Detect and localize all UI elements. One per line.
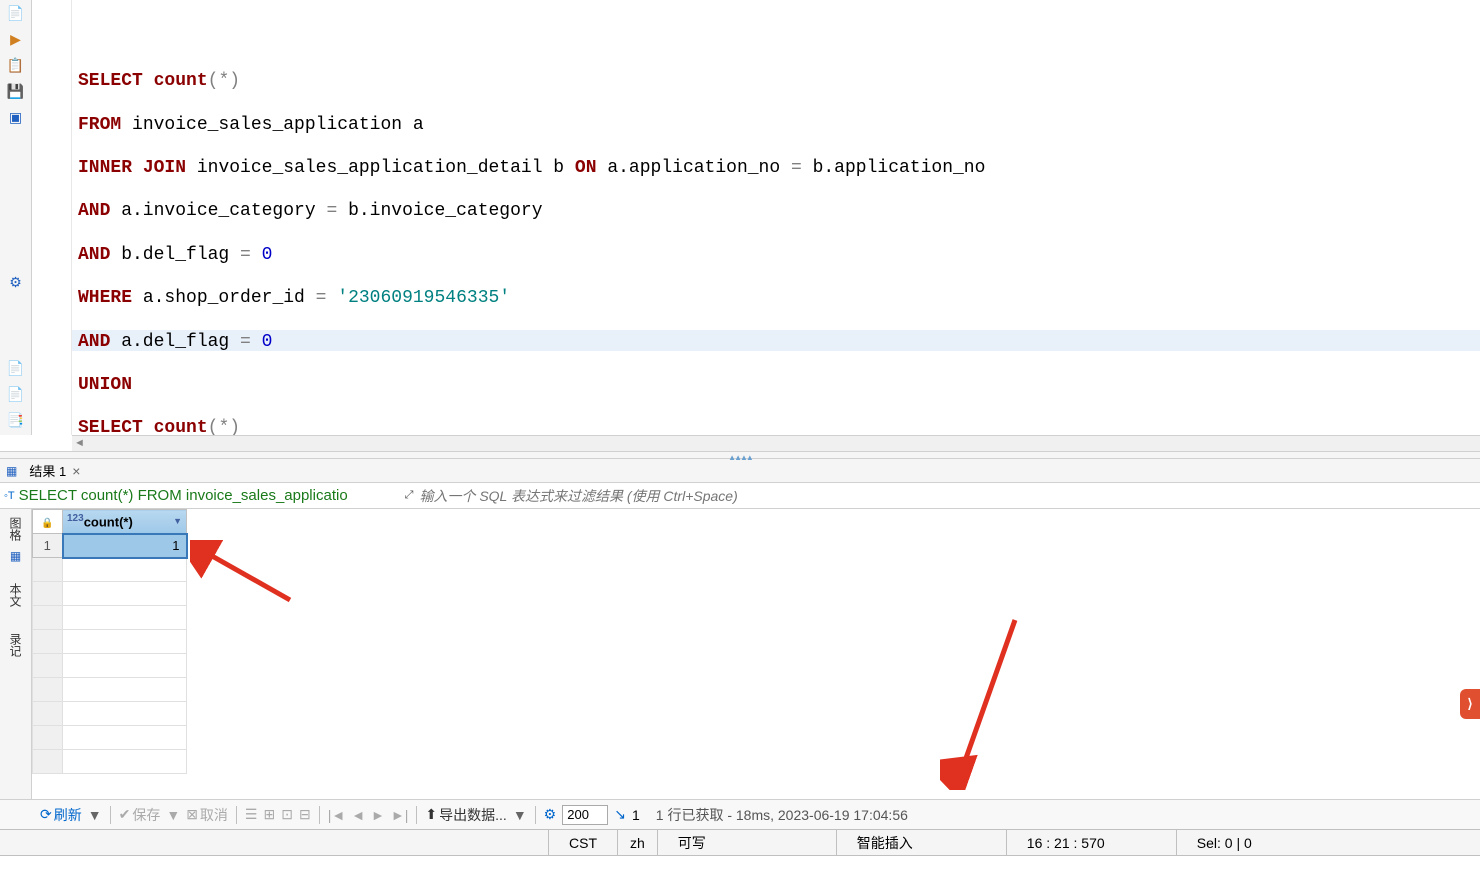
- del-row-icon[interactable]: ⊟: [299, 806, 311, 823]
- status-bar: CST zh 可写 智能插入 16 : 21 : 570 Sel: 0 | 0: [0, 829, 1480, 855]
- side-tab-text[interactable]: 本文: [5, 577, 26, 613]
- filter-input[interactable]: [419, 488, 1480, 504]
- status-position: 16 : 21 : 570: [1006, 830, 1176, 855]
- terminal-icon[interactable]: ▣: [7, 108, 25, 126]
- line-gutter: [32, 0, 72, 435]
- result-grid[interactable]: 🔒 123count(*) ▼ 1 1 ⟩: [32, 509, 1480, 799]
- save-icon[interactable]: 💾: [7, 82, 25, 100]
- page-del-icon[interactable]: 📄: [7, 385, 25, 403]
- tab-label: 结果 1: [29, 461, 66, 480]
- query-row: ◦T SELECT count(*) FROM invoice_sales_ap…: [0, 483, 1480, 509]
- grid-small-icon: ▦: [10, 549, 21, 563]
- next-icon[interactable]: ►: [371, 807, 385, 823]
- export-button[interactable]: ⬆ 导出数据...: [425, 805, 506, 825]
- bottom-spacer: [0, 855, 1480, 895]
- add-row-icon[interactable]: ⊞: [263, 806, 275, 823]
- table-row[interactable]: 1 1: [33, 534, 187, 558]
- side-tab-record[interactable]: 录记: [5, 627, 26, 663]
- page-add-icon[interactable]: 📄: [7, 359, 25, 377]
- left-toolbar: 📄 ▶ 📋 💾 ▣ ⚙ 📄 📄 📑: [0, 0, 32, 435]
- dup-row-icon[interactable]: ⊡: [281, 806, 293, 823]
- grid-icon: ▦: [6, 464, 17, 478]
- refresh-button[interactable]: ⟳ 刷新: [40, 805, 82, 825]
- status-timezone: CST: [548, 830, 617, 855]
- fetch-status: 1 行已获取 - 18ms, 2023-06-19 17:04:56: [656, 805, 908, 825]
- file-icon[interactable]: 📋: [7, 56, 25, 74]
- first-icon[interactable]: |◄: [328, 807, 346, 823]
- status-insert: 智能插入: [836, 830, 1006, 855]
- tab-result-1[interactable]: 结果 1 ×: [21, 458, 88, 483]
- row-number: 1: [33, 534, 63, 558]
- gear-icon[interactable]: ⚙: [7, 273, 25, 291]
- status-mode: 可写: [657, 830, 726, 855]
- save-button: ✔ 保存: [119, 805, 161, 825]
- file-new-icon[interactable]: 📄: [7, 4, 25, 22]
- right-panel-toggle[interactable]: ⟩: [1460, 689, 1480, 719]
- edit-icon[interactable]: ☰: [245, 806, 258, 823]
- run-icon[interactable]: ▶: [7, 30, 25, 48]
- status-selection: Sel: 0 | 0: [1176, 830, 1480, 855]
- close-icon[interactable]: ×: [72, 463, 80, 479]
- splitter[interactable]: ▲▲▲▲: [0, 451, 1480, 459]
- grid-corner: 🔒: [33, 510, 63, 534]
- result-side-tabs: 图格 ▦ 本文 录记: [0, 509, 32, 799]
- result-toolbar: ⟳ 刷新 ▼ ✔ 保存 ▼ ⊠ 取消 ☰ ⊞ ⊡ ⊟ |◄ ◄ ► ►| ⬆ 导…: [0, 799, 1480, 829]
- last-icon[interactable]: ►|: [391, 807, 409, 823]
- column-header-count[interactable]: 123count(*) ▼: [63, 510, 187, 534]
- expand-icon[interactable]: ⤢: [405, 489, 414, 502]
- page-link-icon[interactable]: 📑: [7, 411, 25, 429]
- fetch-icon[interactable]: ↘: [614, 806, 626, 823]
- editor-hscrollbar[interactable]: ◄: [72, 435, 1480, 451]
- prev-icon[interactable]: ◄: [351, 807, 365, 823]
- settings-icon[interactable]: ⚙: [544, 806, 557, 823]
- sql-text-icon[interactable]: ◦T: [4, 490, 15, 502]
- limit-input[interactable]: [562, 805, 608, 825]
- status-lang: zh: [617, 830, 657, 855]
- query-preview[interactable]: SELECT count(*) FROM invoice_sales_appli…: [19, 487, 399, 504]
- side-tab-grid[interactable]: 图格: [5, 511, 26, 547]
- sql-editor[interactable]: − SELECT count(*) FROM invoice_sales_app…: [72, 0, 1480, 435]
- cancel-button: ⊠ 取消: [186, 805, 228, 825]
- chevron-down-icon[interactable]: ▼: [173, 516, 182, 526]
- cell-value[interactable]: 1: [63, 534, 187, 558]
- results-tab-bar: ▦ 结果 1 ×: [0, 459, 1480, 483]
- lock-icon: 🔒: [41, 518, 53, 529]
